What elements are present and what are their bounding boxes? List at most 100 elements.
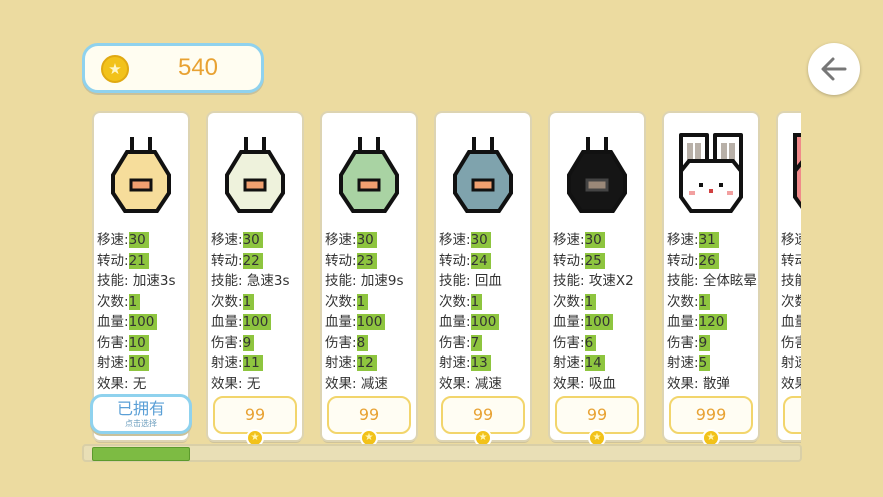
hp-value: 100 bbox=[470, 314, 500, 330]
skill-label: 技能 bbox=[781, 273, 801, 289]
owned-label: 已拥有 bbox=[116, 399, 165, 418]
arrow-left-icon bbox=[821, 57, 847, 81]
uses-label: 次数: bbox=[667, 293, 699, 310]
damage-value: 7 bbox=[470, 334, 483, 351]
move-speed-value: 30 bbox=[128, 232, 149, 248]
uses-value: 1 bbox=[242, 293, 255, 310]
move-speed-label: 移速 bbox=[781, 232, 801, 248]
fire-rate-label: 射速: bbox=[439, 355, 471, 371]
skill-label: 技能: bbox=[667, 273, 699, 289]
owned-select-button[interactable]: 已拥有 点击选择 bbox=[90, 394, 192, 434]
fire-rate-label: 射速: bbox=[211, 355, 243, 371]
skill-label: 技能: bbox=[211, 273, 243, 289]
effect-value: 无 bbox=[132, 375, 147, 392]
move-speed-value: 30 bbox=[584, 232, 605, 248]
fire-rate-label: 射速: bbox=[97, 355, 129, 371]
effect-value: 无 bbox=[246, 375, 261, 392]
damage-label: 伤害 bbox=[781, 334, 801, 351]
damage-value: 9 bbox=[242, 334, 255, 351]
effect-label: 效果: bbox=[211, 375, 243, 392]
tap-to-select-label: 点击选择 bbox=[125, 419, 157, 428]
uses-value: 1 bbox=[470, 293, 483, 310]
character-card-yellow[interactable]: 移速:30 转动:21 技能: 加速3s 次数:1 血量:100 伤害:10 射… bbox=[94, 113, 188, 440]
effect-label: 效果: bbox=[553, 375, 585, 392]
coin-count: 540 bbox=[177, 54, 219, 81]
uses-value: 1 bbox=[584, 293, 597, 310]
effect-value: 减速 bbox=[360, 375, 388, 392]
turn-speed-value: 21 bbox=[128, 252, 149, 269]
hp-value: 100 bbox=[356, 314, 386, 330]
turn-speed-value: 25 bbox=[584, 252, 605, 269]
fire-rate-label: 射速: bbox=[667, 355, 699, 371]
green-blob-avatar bbox=[339, 137, 399, 213]
hp-label: 血量: bbox=[553, 314, 585, 330]
effect-label: 效果: bbox=[97, 375, 129, 392]
uses-label: 次数: bbox=[97, 293, 129, 310]
uses-value: 1 bbox=[698, 293, 711, 310]
fire-rate-value: 14 bbox=[584, 355, 605, 371]
uses-label: 次数: bbox=[553, 293, 585, 310]
move-speed-value: 30 bbox=[356, 232, 377, 248]
character-card-bunny[interactable]: 移速:31 转动:26 技能: 全体眩晕 次数:1 血量:120 伤害:9 射速… bbox=[664, 113, 758, 447]
move-speed-value: 30 bbox=[470, 232, 491, 248]
buy-button[interactable] bbox=[783, 396, 801, 434]
fire-rate-label: 射速 bbox=[781, 355, 801, 371]
damage-value: 8 bbox=[356, 334, 369, 351]
character-card-green[interactable]: 移速:30 转动:23 技能: 加速9s 次数:1 血量:100 伤害:8 射速… bbox=[322, 113, 416, 447]
character-card-black[interactable]: 移速:30 转动:25 技能: 攻速X2 次数:1 血量:100 伤害:6 射速… bbox=[550, 113, 644, 447]
effect-label: 效果 bbox=[781, 375, 801, 392]
damage-value: 9 bbox=[698, 334, 711, 351]
damage-value: 6 bbox=[584, 334, 597, 351]
skill-value: 回血 bbox=[474, 273, 502, 289]
damage-value: 10 bbox=[128, 334, 149, 351]
pink-creature-avatar bbox=[793, 133, 801, 209]
hp-value: 100 bbox=[128, 314, 158, 330]
skill-label: 技能: bbox=[553, 273, 585, 289]
effect-value: 吸血 bbox=[588, 375, 616, 392]
skill-label: 技能: bbox=[439, 273, 471, 289]
uses-value: 1 bbox=[356, 293, 369, 310]
white-bunny-avatar bbox=[679, 133, 743, 213]
skill-value: 全体眩晕 bbox=[702, 273, 757, 289]
hp-value: 100 bbox=[584, 314, 614, 330]
back-button[interactable] bbox=[808, 43, 860, 95]
uses-label: 次数: bbox=[325, 293, 357, 310]
character-list[interactable]: 移速:30 转动:21 技能: 加速3s 次数:1 血量:100 伤害:10 射… bbox=[88, 110, 801, 450]
damage-label: 伤害: bbox=[553, 334, 585, 351]
horizontal-scrollbar[interactable] bbox=[82, 444, 802, 462]
hp-value: 100 bbox=[242, 314, 272, 330]
fire-rate-value: 5 bbox=[698, 355, 711, 371]
black-blob-avatar bbox=[567, 137, 627, 213]
move-speed-label: 移速: bbox=[97, 232, 129, 248]
effect-label: 效果: bbox=[325, 375, 357, 392]
yellow-blob-avatar bbox=[111, 137, 171, 213]
scrollbar-thumb[interactable] bbox=[92, 447, 190, 461]
effect-label: 效果: bbox=[667, 375, 699, 392]
turn-speed-label: 转动: bbox=[667, 252, 699, 269]
character-card-blue[interactable]: 移速:30 转动:24 技能: 回血 次数:1 血量:100 伤害:7 射速:1… bbox=[436, 113, 530, 447]
fire-rate-value: 11 bbox=[242, 355, 263, 371]
effect-label: 效果: bbox=[439, 375, 471, 392]
character-card-cream[interactable]: 移速:30 转动:22 技能: 急速3s 次数:1 血量:100 伤害:9 射速… bbox=[208, 113, 302, 447]
skill-value: 加速9s bbox=[360, 273, 404, 289]
fire-rate-value: 10 bbox=[128, 355, 149, 371]
damage-label: 伤害: bbox=[325, 334, 357, 351]
blue-blob-avatar bbox=[453, 137, 513, 213]
turn-speed-label: 转动: bbox=[325, 252, 357, 269]
uses-label: 次数: bbox=[439, 293, 471, 310]
turn-speed-label: 转动: bbox=[97, 252, 129, 269]
move-speed-label: 移速: bbox=[211, 232, 243, 248]
skill-value: 急速3s bbox=[246, 273, 290, 289]
damage-label: 伤害: bbox=[667, 334, 699, 351]
turn-speed-value: 26 bbox=[698, 252, 719, 269]
character-card-partial[interactable]: 移速 转动 技能 次数 血量 伤害 射速 效果 bbox=[778, 113, 801, 440]
hp-label: 血量: bbox=[667, 314, 699, 330]
uses-value: 1 bbox=[128, 293, 141, 310]
effect-value: 散弹 bbox=[702, 375, 730, 392]
turn-speed-value: 22 bbox=[242, 252, 263, 269]
move-speed-value: 31 bbox=[698, 232, 719, 248]
coin-counter: ★ 540 bbox=[82, 43, 264, 93]
effect-value: 减速 bbox=[474, 375, 502, 392]
hp-value: 120 bbox=[698, 314, 728, 330]
move-speed-label: 移速: bbox=[439, 232, 471, 248]
